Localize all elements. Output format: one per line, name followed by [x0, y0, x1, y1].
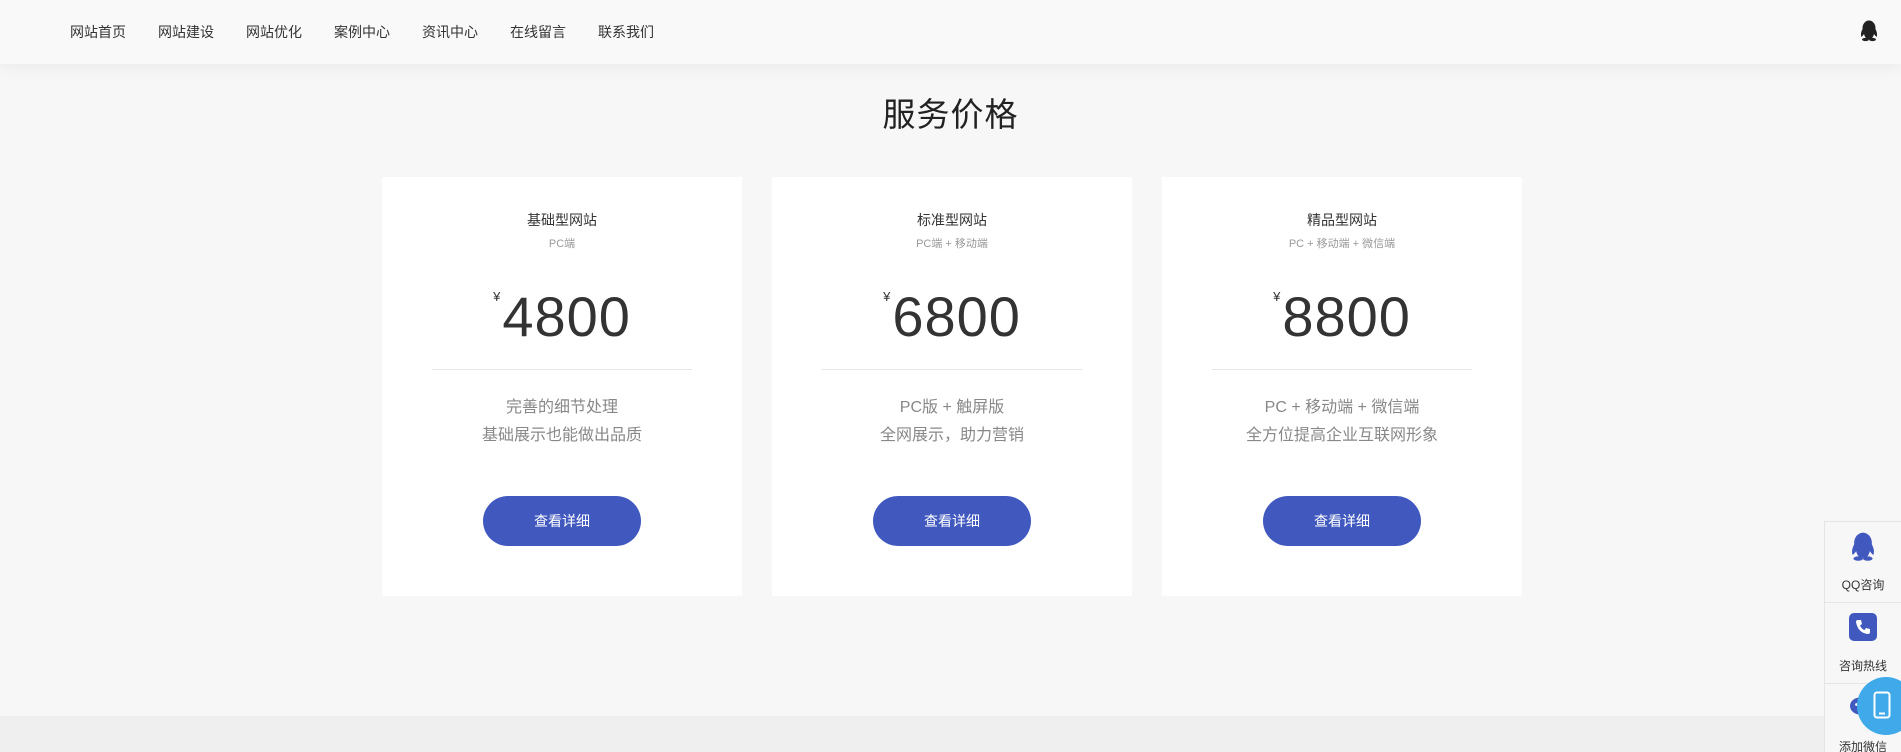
divider	[432, 369, 692, 370]
sidebar-item-label: 添加微信	[1838, 740, 1887, 752]
description-line: 基础展示也能做出品质	[481, 427, 642, 444]
section-title: 服务价格	[882, 96, 1019, 133]
currency-symbol: ¥	[883, 289, 891, 304]
view-details-button[interactable]: 查看详细	[483, 496, 641, 546]
plan-name: 精品型网站	[1307, 212, 1377, 228]
pricing-card-standard: 标准型网站 PC端 + 移动端 ¥ 6800 PC版 + 触屏版 全网展示，助力…	[772, 177, 1132, 596]
description-line: 全方位提高企业互联网形象	[1245, 427, 1438, 444]
qq-icon[interactable]	[1859, 20, 1879, 42]
nav-item-cases[interactable]: 案例中心	[334, 22, 390, 42]
plan-description: PC + 移动端 + 微信端 全方位提高企业互联网形象	[1162, 394, 1522, 450]
plan-name: 标准型网站	[917, 212, 987, 228]
phone-icon	[1849, 613, 1877, 641]
sidebar-item-label: 咨询热线	[1838, 659, 1887, 673]
view-details-button[interactable]: 查看详细	[1263, 496, 1421, 546]
plan-description: PC版 + 触屏版 全网展示，助力营销	[772, 394, 1132, 450]
currency-symbol: ¥	[1273, 289, 1281, 304]
nav-item-message[interactable]: 在线留言	[510, 22, 566, 42]
nav-item-home[interactable]: 网站首页	[70, 22, 126, 42]
plan-price: ¥ 6800	[772, 285, 1132, 355]
nav-item-website-building[interactable]: 网站建设	[158, 22, 214, 42]
pricing-card-premium: 精品型网站 PC + 移动端 + 微信端 ¥ 8800 PC + 移动端 + 微…	[1162, 177, 1522, 596]
price-value: 8800	[1282, 285, 1411, 348]
plan-name: 基础型网站	[527, 212, 597, 228]
plan-description: 完善的细节处理 基础展示也能做出品质	[382, 394, 742, 450]
description-line: PC版 + 触屏版	[899, 399, 1005, 416]
plan-platform: PC端 + 移动端	[916, 238, 988, 250]
sidebar-item-hotline[interactable]: 咨询热线	[1825, 603, 1901, 684]
plan-platform: PC端	[548, 238, 576, 250]
plan-platform: PC + 移动端 + 微信端	[1288, 238, 1396, 250]
main-nav: 网站首页 网站建设 网站优化 案例中心 资讯中心 在线留言 联系我们	[54, 0, 670, 64]
pricing-card-basic: 基础型网站 PC端 ¥ 4800 完善的细节处理 基础展示也能做出品质 查看详细	[382, 177, 742, 596]
nav-item-news[interactable]: 资讯中心	[422, 22, 478, 42]
currency-symbol: ¥	[493, 289, 501, 304]
top-navigation-bar: 网站首页 网站建设 网站优化 案例中心 资讯中心 在线留言 联系我们	[0, 0, 1901, 64]
description-line: 完善的细节处理	[505, 399, 618, 416]
pricing-cards: 基础型网站 PC端 ¥ 4800 完善的细节处理 基础展示也能做出品质 查看详细…	[382, 177, 1522, 596]
view-details-button[interactable]: 查看详细	[873, 496, 1031, 546]
divider	[1212, 369, 1472, 370]
description-line: PC + 移动端 + 微信端	[1264, 399, 1420, 416]
footer-band	[0, 716, 1901, 752]
plan-price: ¥ 4800	[382, 285, 742, 355]
description-line: 全网展示，助力营销	[879, 427, 1024, 444]
nav-item-contact[interactable]: 联系我们	[598, 22, 654, 42]
nav-item-website-optimization[interactable]: 网站优化	[246, 22, 302, 42]
qq-icon	[1849, 532, 1877, 561]
sidebar-item-qq[interactable]: QQ咨询	[1825, 522, 1901, 603]
price-value: 4800	[502, 285, 631, 348]
price-value: 6800	[892, 285, 1021, 348]
divider	[822, 369, 1082, 370]
sidebar-item-label: QQ咨询	[1841, 578, 1885, 592]
plan-price: ¥ 8800	[1162, 285, 1522, 355]
